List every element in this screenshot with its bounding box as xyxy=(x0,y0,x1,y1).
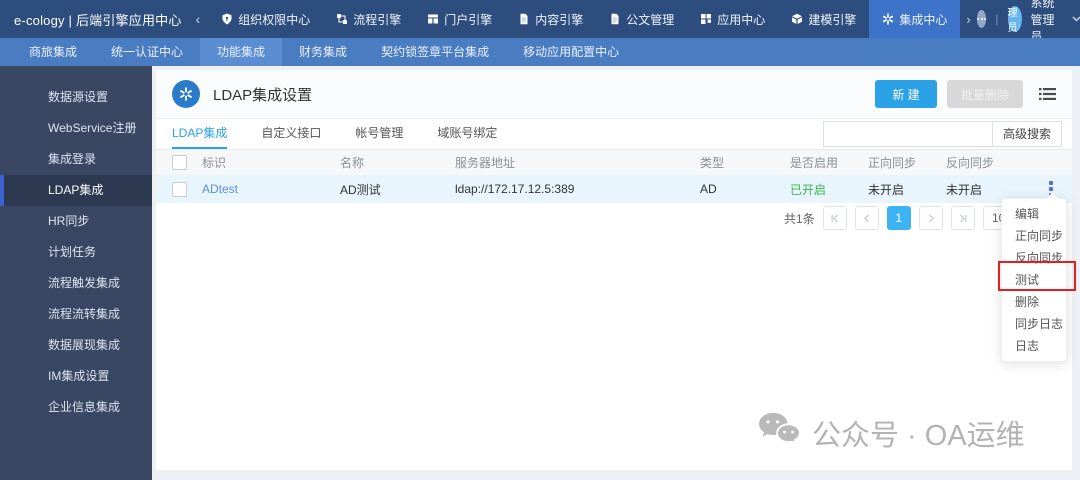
grid-icon xyxy=(700,13,712,25)
sidebar-item-workflow-trigger[interactable]: 流程触发集成 xyxy=(0,268,152,299)
next-page-button[interactable] xyxy=(918,206,943,230)
sidebar-item-sso-login[interactable]: 集成登录 xyxy=(0,144,152,175)
subnav-item-finance[interactable]: 财务集成 xyxy=(282,38,364,66)
sidebar-item-im-settings[interactable]: IM集成设置 xyxy=(0,361,152,392)
menu-item-edit[interactable]: 编辑 xyxy=(1002,203,1066,225)
row-type: AD xyxy=(700,182,717,196)
last-page-button[interactable] xyxy=(950,206,975,230)
chevron-down-icon[interactable] xyxy=(1072,16,1080,22)
prev-page-button[interactable] xyxy=(854,206,879,230)
advanced-search-button[interactable]: 高级搜索 xyxy=(991,121,1062,147)
sidebar-item-enterprise-info[interactable]: 企业信息集成 xyxy=(0,392,152,423)
topnav-item-integration-center[interactable]: 集成中心 xyxy=(869,0,961,38)
topnav-item-app-center[interactable]: 应用中心 xyxy=(687,0,778,38)
nav-back-chevron-icon[interactable]: ‹ xyxy=(196,11,201,27)
sidebar-item-hr-sync[interactable]: HR同步 xyxy=(0,206,152,237)
row-id-link[interactable]: ADtest xyxy=(202,182,238,196)
page-title: LDAP集成设置 xyxy=(213,86,313,104)
menu-item-sync-log[interactable]: 同步日志 xyxy=(1002,313,1066,335)
column-header-type: 类型 xyxy=(700,156,725,170)
topnav-item-content-engine[interactable]: 内容引擎 xyxy=(505,0,596,38)
subnav: 商旅集成 统一认证中心 功能集成 财务集成 契约锁签章平台集成 移动应用配置中心 xyxy=(0,38,1080,66)
ldap-settings-icon xyxy=(172,80,200,108)
row-context-menu: 编辑 正向同步 反向同步 测试 删除 同步日志 日志 xyxy=(1001,192,1067,362)
app-brand: e-cology | 后端引擎应用中心 xyxy=(14,12,182,28)
topnav-item-modeling-engine[interactable]: 建模引擎 xyxy=(778,0,869,38)
subnav-item-auth-center[interactable]: 统一认证中心 xyxy=(94,38,200,66)
more-options-icon[interactable] xyxy=(976,10,987,28)
user-avatar[interactable]: 理员 xyxy=(1007,6,1022,34)
cube-icon xyxy=(791,13,803,25)
topnav-item-official-doc[interactable]: 公文管理 xyxy=(596,0,687,38)
workflow-icon xyxy=(336,13,348,25)
column-header-enabled: 是否启用 xyxy=(790,156,839,170)
menu-item-log[interactable]: 日志 xyxy=(1002,335,1066,357)
sidebar-item-scheduled-tasks[interactable]: 计划任务 xyxy=(0,237,152,268)
tab-bar: LDAP集成 自定义接口 帐号管理 域账号绑定 高级搜索 xyxy=(156,119,1072,150)
sidebar: 数据源设置 WebService注册 集成登录 LDAP集成 HR同步 计划任务… xyxy=(0,66,152,480)
column-header-forward-sync: 正向同步 xyxy=(868,156,917,170)
menu-item-test[interactable]: 测试 xyxy=(1002,269,1066,291)
menu-item-delete[interactable]: 删除 xyxy=(1002,291,1066,313)
card-header: LDAP集成设置 新 建 批量删除 xyxy=(156,70,1072,119)
table-row[interactable]: ADtest AD测试 ldap://172.17.12.5:389 AD 已开… xyxy=(156,175,1072,203)
new-button[interactable]: 新 建 xyxy=(875,80,937,108)
sidebar-item-datasource[interactable]: 数据源设置 xyxy=(0,82,152,113)
subnav-item-qiyuesuo[interactable]: 契约锁签章平台集成 xyxy=(364,38,506,66)
row-server-address: ldap://172.17.12.5:389 xyxy=(455,182,575,196)
search-box xyxy=(822,121,1004,147)
tab-domain-account-binding[interactable]: 域账号绑定 xyxy=(437,120,497,149)
column-header-id: 标识 xyxy=(202,156,227,170)
wechat-icon xyxy=(756,410,802,456)
subnav-item-function-integration[interactable]: 功能集成 xyxy=(200,38,283,66)
nav-more-chevron-icon[interactable]: › xyxy=(960,12,976,27)
subnav-item-mobile-config[interactable]: 移动应用配置中心 xyxy=(506,38,636,66)
tab-custom-interface[interactable]: 自定义接口 xyxy=(261,120,321,149)
row-checkbox[interactable] xyxy=(171,181,187,197)
search-input[interactable] xyxy=(823,124,991,144)
current-page-button[interactable]: 1 xyxy=(886,206,911,230)
topbar-separator: | xyxy=(995,12,999,26)
menu-item-reverse-sync[interactable]: 反向同步 xyxy=(1002,247,1066,269)
column-header-reverse-sync: 反向同步 xyxy=(946,156,995,170)
table-header: 标识 名称 服务器地址 类型 是否启用 正向同步 反向同步 xyxy=(156,150,1072,175)
shield-icon xyxy=(221,13,233,25)
column-header-server: 服务器地址 xyxy=(455,156,516,170)
column-header-name: 名称 xyxy=(340,156,365,170)
topbar: e-cology | 后端引擎应用中心 ‹ 组织权限中心 流程引擎 门户引擎 内… xyxy=(0,0,1080,44)
document-icon xyxy=(518,13,530,25)
status-enabled-badge: 已开启 xyxy=(790,182,827,197)
menu-item-forward-sync[interactable]: 正向同步 xyxy=(1002,225,1066,247)
select-all-checkbox[interactable] xyxy=(171,155,187,170)
subnav-item-travel[interactable]: 商旅集成 xyxy=(12,38,94,66)
sidebar-item-data-display[interactable]: 数据展现集成 xyxy=(0,330,152,361)
batch-delete-button[interactable]: 批量删除 xyxy=(947,80,1023,108)
pagination-total: 共1条 xyxy=(784,211,815,226)
row-forward-sync: 未开启 xyxy=(868,182,905,197)
tab-account-management[interactable]: 帐号管理 xyxy=(355,120,403,149)
search-group: 高级搜索 xyxy=(822,121,1062,147)
document-icon xyxy=(609,13,621,25)
tab-ldap-integration[interactable]: LDAP集成 xyxy=(172,120,228,149)
row-reverse-sync: 未开启 xyxy=(946,182,983,197)
integration-icon xyxy=(882,13,894,25)
watermark-text: 公众号 · OA运维 xyxy=(812,420,1025,452)
topnav-item-portal-engine[interactable]: 门户引擎 xyxy=(414,0,505,38)
sidebar-item-workflow-flow[interactable]: 流程流转集成 xyxy=(0,299,152,330)
sidebar-item-ldap[interactable]: LDAP集成 xyxy=(0,175,152,206)
first-page-button[interactable] xyxy=(822,206,847,230)
topnav-item-org-center[interactable]: 组织权限中心 xyxy=(208,0,323,38)
top-navigation: 组织权限中心 流程引擎 门户引擎 内容引擎 公文管理 应用中心 建模引擎 集成中… xyxy=(208,0,961,38)
topnav-item-workflow-engine[interactable]: 流程引擎 xyxy=(323,0,414,38)
portal-icon xyxy=(427,13,439,25)
row-name: AD测试 xyxy=(340,182,381,197)
list-view-icon[interactable] xyxy=(1039,87,1056,101)
watermark: 公众号 · OA运维 xyxy=(756,410,1025,456)
sidebar-item-webservice[interactable]: WebService注册 xyxy=(0,113,152,144)
